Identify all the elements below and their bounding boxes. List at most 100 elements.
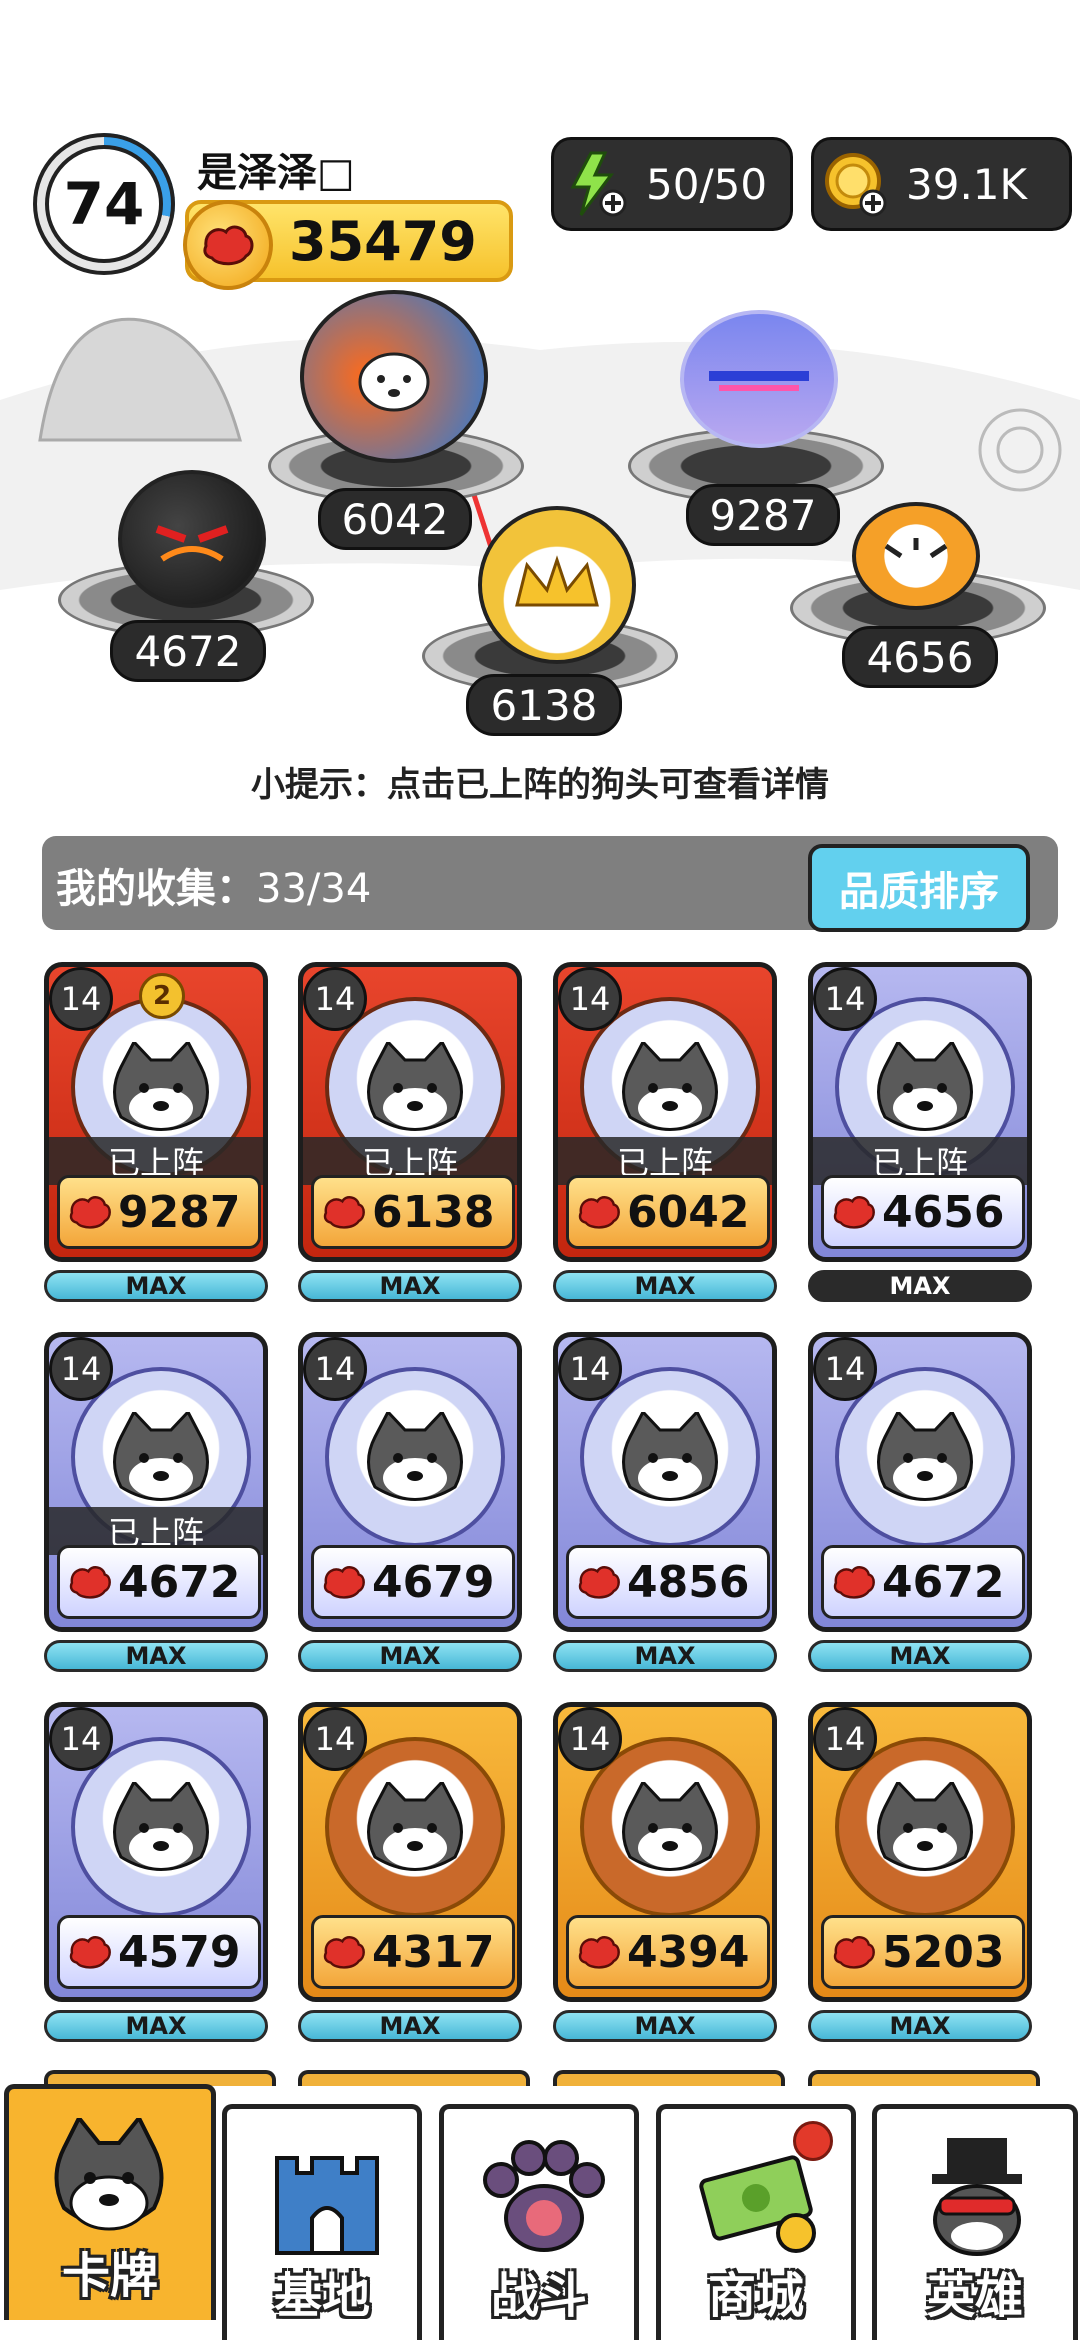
lineup-slot-bomb-dog[interactable] [118, 470, 266, 608]
lineup-power: 6042 [318, 488, 472, 550]
card-level-badge: 14 [49, 967, 113, 1031]
power-fist-icon [828, 1556, 880, 1608]
collection-label: 我的收集：33/34 [56, 856, 371, 914]
dog-card[interactable]: 14 已上阵 6138 [298, 962, 522, 1262]
max-level-bar: MAX [553, 1270, 777, 1302]
dog-card[interactable]: 14 2 已上阵 9287 [44, 962, 268, 1262]
player-name: 是泽泽□ [197, 150, 355, 196]
tab-shop[interactable]: 商城 [656, 2104, 856, 2340]
dog-card[interactable]: 14 已上阵 4672 [44, 1332, 268, 1632]
lineup-power: 6138 [466, 674, 622, 736]
tab-battle[interactable]: 战斗 [439, 2104, 639, 2340]
card-power-value: 5203 [882, 1926, 1005, 1978]
top-hat-dog-icon [907, 2133, 1047, 2263]
dog-card[interactable]: 14 4317 [298, 1702, 522, 2002]
max-level-bar: MAX [44, 2010, 268, 2042]
card-power-value: 4672 [882, 1556, 1005, 1608]
tiger-stripes-icon [884, 538, 948, 559]
card-power-value: 4856 [627, 1556, 750, 1608]
crown-icon [515, 555, 599, 607]
gold-pill[interactable]: 39.1K [811, 137, 1072, 231]
power-fist-icon [183, 200, 273, 290]
max-level-bar: MAX [44, 1640, 268, 1672]
tab-label: 战斗 [490, 2268, 587, 2324]
lineup-slot-fire-ice-dog[interactable] [300, 290, 488, 463]
tab-label: 英雄 [926, 2268, 1023, 2324]
dog-card[interactable]: 14 4679 [298, 1332, 522, 1632]
max-level-bar: MAX [298, 1270, 522, 1302]
tab-heroes[interactable]: 英雄 [872, 2104, 1078, 2340]
card-power-value: 4394 [627, 1926, 750, 1978]
max-level-bar: MAX [44, 1270, 268, 1302]
lineup-arena: 6042 9287 4672 6138 4656 [0, 290, 1080, 736]
lineup-slot-tiger-dog[interactable] [852, 502, 980, 610]
dog-card[interactable]: 14 4394 [553, 1702, 777, 2002]
card-level-badge: 14 [813, 967, 877, 1031]
max-level-bar: MAX [808, 2010, 1032, 2042]
tab-cards[interactable]: 卡牌 [4, 2084, 216, 2320]
quality-sort-button[interactable]: 品质排序 [808, 844, 1030, 932]
lineup-power: 9287 [686, 484, 840, 546]
lineup-power: 4656 [842, 626, 998, 688]
card-power-value: 6138 [372, 1186, 495, 1238]
card-power-panel: 4672 [821, 1545, 1025, 1619]
lineup-slot-golden-armor-dog[interactable] [478, 506, 636, 664]
lineup-slot-glitch-dog[interactable] [680, 310, 838, 448]
castle-icon [257, 2133, 397, 2263]
card-power-panel: 4672 [57, 1545, 261, 1619]
dog-card[interactable]: 14 已上阵 6042 [553, 962, 777, 1262]
card-power-panel: 4856 [566, 1545, 770, 1619]
power-fist-icon [828, 1186, 880, 1238]
max-level-bar: MAX [808, 1640, 1032, 1672]
dog-card[interactable]: 14 5203 [808, 1702, 1032, 2002]
max-level-bar: MAX [808, 1270, 1032, 1302]
card-power-value: 6042 [627, 1186, 750, 1238]
power-fist-icon [318, 1556, 370, 1608]
card-power-value: 4579 [118, 1926, 241, 1978]
card-level-badge: 14 [303, 967, 367, 1031]
card-power-value: 4317 [372, 1926, 495, 1978]
collection-bar: 我的收集：33/34 品质排序 [42, 836, 1058, 932]
card-power-value: 4679 [372, 1556, 495, 1608]
card-level-badge: 14 [303, 1707, 367, 1771]
dog-card[interactable]: 14 4672 [808, 1332, 1032, 1632]
card-power-panel: 4317 [311, 1915, 515, 1989]
card-power-panel: 4394 [566, 1915, 770, 1989]
card-power-value: 4672 [118, 1556, 241, 1608]
dog-head-icon [39, 2113, 179, 2243]
player-level-ring[interactable]: 74 [33, 133, 175, 275]
card-power-panel: 6138 [311, 1175, 515, 1249]
power-fist-icon [64, 1186, 116, 1238]
dog-card[interactable]: 14 已上阵 4656 [808, 962, 1032, 1262]
card-star-badge: 2 [139, 973, 185, 1019]
card-level-badge: 14 [813, 1707, 877, 1771]
collection-title: 我的收集： [56, 866, 256, 912]
dog-face-icon [358, 352, 430, 411]
lineup-power: 4672 [110, 620, 266, 682]
card-power-panel: 5203 [821, 1915, 1025, 1989]
card-power-value: 9287 [118, 1186, 241, 1238]
notification-dot [793, 2121, 833, 2161]
dog-card[interactable]: 14 4579 [44, 1702, 268, 2002]
hint-text: 小提示：点击已上阵的狗头可查看详情 [251, 765, 829, 805]
paw-icon [474, 2133, 614, 2263]
card-power-panel: 4579 [57, 1915, 261, 1989]
angry-eyes-icon [155, 525, 229, 562]
max-level-bar: MAX [553, 2010, 777, 2042]
card-level-badge: 14 [49, 1337, 113, 1401]
tab-base[interactable]: 基地 [222, 2104, 422, 2340]
card-level-badge: 14 [303, 1337, 367, 1401]
card-level-badge: 14 [813, 1337, 877, 1401]
player-level: 74 [45, 145, 163, 263]
gold-coin-plus-icon [816, 144, 896, 224]
power-fist-icon [573, 1556, 625, 1608]
card-power-panel: 4656 [821, 1175, 1025, 1249]
power-fist-icon [828, 1926, 880, 1978]
lightning-plus-icon [556, 144, 636, 224]
gold-value: 39.1K [906, 159, 1028, 209]
energy-pill[interactable]: 50/50 [551, 137, 793, 231]
power-fist-icon [64, 1556, 116, 1608]
dog-card[interactable]: 14 4856 [553, 1332, 777, 1632]
player-power-bar: 35479 [183, 200, 513, 290]
max-level-bar: MAX [553, 1640, 777, 1672]
